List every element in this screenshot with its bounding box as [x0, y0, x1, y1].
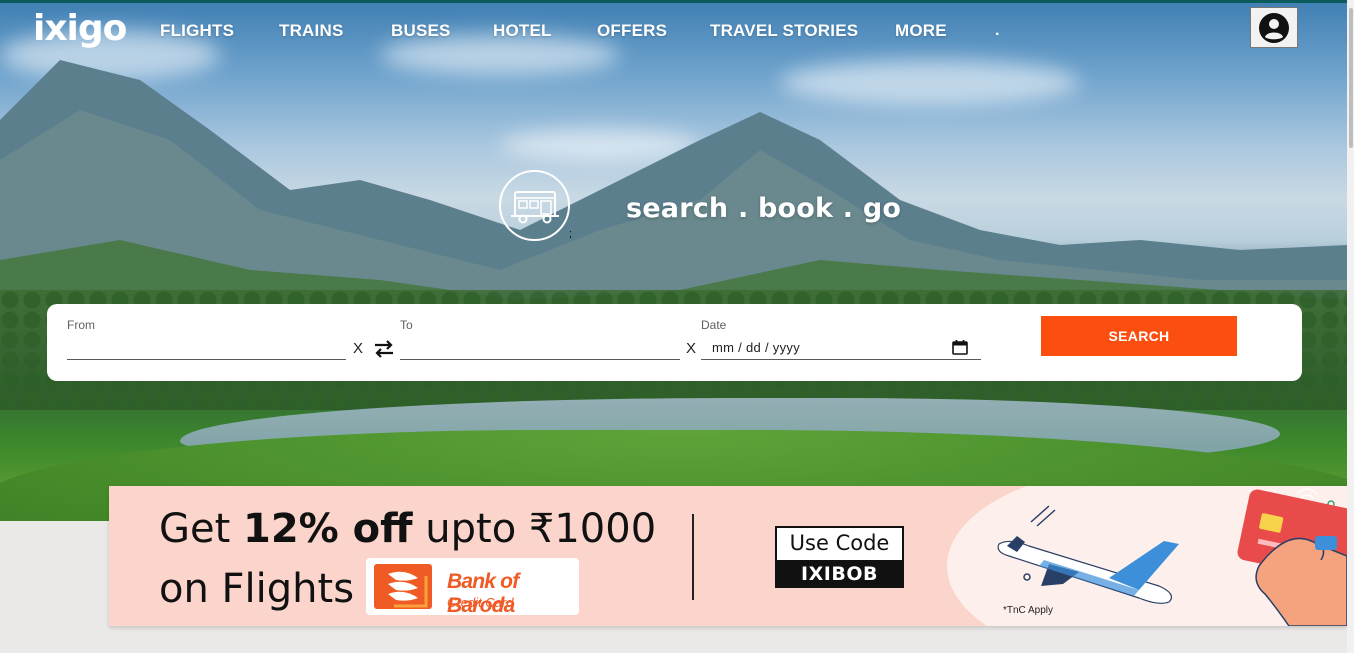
account-button[interactable] — [1250, 7, 1298, 48]
nav-more[interactable]: MORE — [895, 21, 947, 41]
from-input[interactable] — [67, 336, 346, 360]
hero-tagline: search . book . go — [626, 193, 902, 224]
nav-hotel[interactable]: HOTEL — [493, 21, 552, 41]
bank-card-badge: Bank of Baroda Credit Card — [366, 558, 579, 617]
hero-banner — [0, 0, 1347, 521]
nav-buses[interactable]: BUSES — [391, 21, 451, 41]
bank-name: Bank of Baroda — [447, 570, 519, 617]
bank-of-baroda-logo — [374, 564, 432, 609]
promo-code-value: IXIBOB — [777, 560, 902, 588]
bus-emblem — [499, 170, 570, 241]
scrollbar-thumb[interactable] — [1349, 8, 1353, 148]
promo-code-box: Use Code IXIBOB — [775, 526, 904, 588]
promo-discount: 12% off — [243, 506, 413, 552]
nav-flights[interactable]: FLIGHTS — [160, 21, 234, 41]
to-label: To — [400, 318, 413, 332]
nav-trailing-dot: . — [995, 22, 1000, 39]
ixigo-logo[interactable]: ixigo — [33, 8, 127, 49]
nav-trains[interactable]: TRAINS — [279, 21, 343, 41]
promo-subline: on Flights — [159, 566, 355, 612]
promo-banner[interactable]: Get 12% off upto ₹1000 on Flights Bank o… — [109, 486, 1347, 626]
calendar-icon[interactable] — [952, 339, 968, 355]
promo-code-label: Use Code — [789, 531, 890, 555]
swap-arrows-icon[interactable] — [372, 337, 396, 361]
stray-mark: ; — [569, 228, 573, 240]
airplane-icon — [997, 536, 1179, 604]
terms-note: *TnC Apply — [1003, 605, 1054, 616]
date-label: Date — [701, 318, 727, 332]
bus-icon — [511, 191, 559, 224]
nav-travel-stories[interactable]: TRAVEL STORIES — [710, 21, 858, 41]
bank-card-type: Credit Card — [447, 595, 514, 610]
nav-offers[interactable]: OFFERS — [597, 21, 667, 41]
to-input[interactable] — [400, 336, 680, 360]
search-card: From X To X Date mm / dd / yyyy SEARCH — [47, 304, 1302, 381]
promo-headline: Get 12% off upto ₹1000 — [159, 506, 656, 552]
to-clear-button[interactable]: X — [686, 340, 696, 357]
account-circle-icon — [1259, 12, 1289, 43]
from-clear-button[interactable]: X — [353, 340, 363, 357]
promo-headline-suffix: upto ₹1000 — [412, 506, 657, 552]
search-button[interactable]: SEARCH — [1041, 316, 1237, 356]
date-placeholder: mm / dd / yyyy — [712, 340, 800, 355]
promo-headline-prefix: Get — [159, 506, 244, 552]
promo-divider — [692, 514, 694, 600]
top-accent-line — [0, 0, 1347, 3]
from-label: From — [67, 318, 95, 332]
